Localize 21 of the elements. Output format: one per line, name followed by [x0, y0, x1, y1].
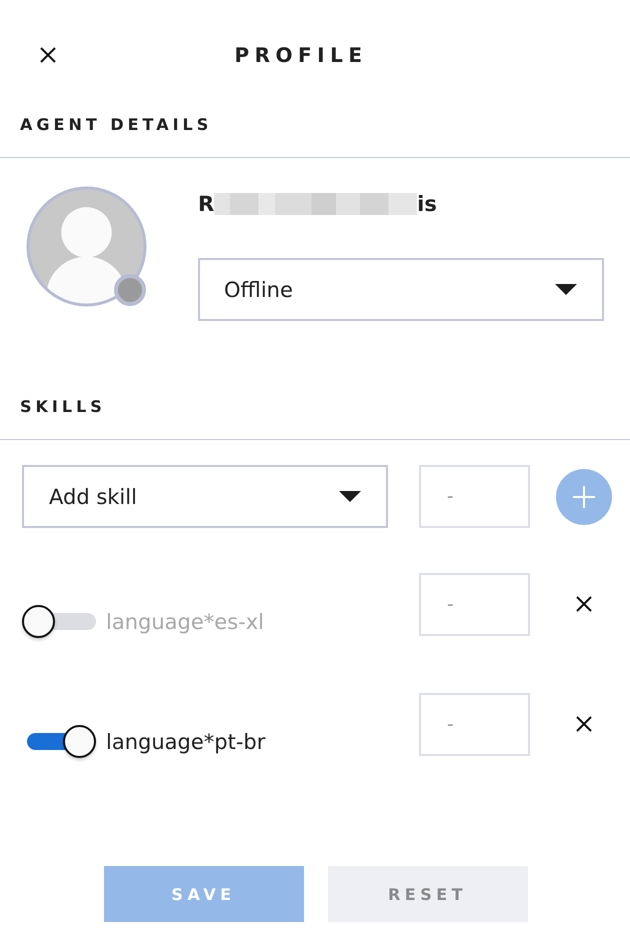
caret-icon — [339, 491, 361, 502]
agent-name-text: R — [198, 192, 214, 216]
skill-level-field[interactable]: - — [419, 465, 530, 528]
add-skill-dropdown[interactable]: Add skill — [22, 465, 388, 528]
caret-icon — [555, 284, 577, 295]
status-dropdown[interactable]: Offline — [198, 258, 604, 321]
section-heading: AGENT DETAILS — [20, 114, 212, 136]
plus-icon — [573, 486, 595, 508]
agent-name-text: is — [417, 192, 437, 216]
skill-label: language*pt-br — [106, 730, 266, 754]
close-icon — [576, 596, 592, 612]
toggle-switch[interactable] — [22, 605, 96, 638]
skill-level-field[interactable]: - — [419, 693, 530, 756]
status-dot-icon — [114, 274, 146, 306]
close-icon — [40, 47, 56, 63]
section-heading: SKILLS — [20, 396, 106, 418]
close-icon — [576, 716, 592, 732]
skill-label: language*es-xl — [106, 610, 264, 634]
close-button[interactable] — [38, 45, 58, 65]
skill-level-field[interactable]: - — [419, 573, 530, 636]
panel-title: PROFILE — [234, 43, 368, 67]
